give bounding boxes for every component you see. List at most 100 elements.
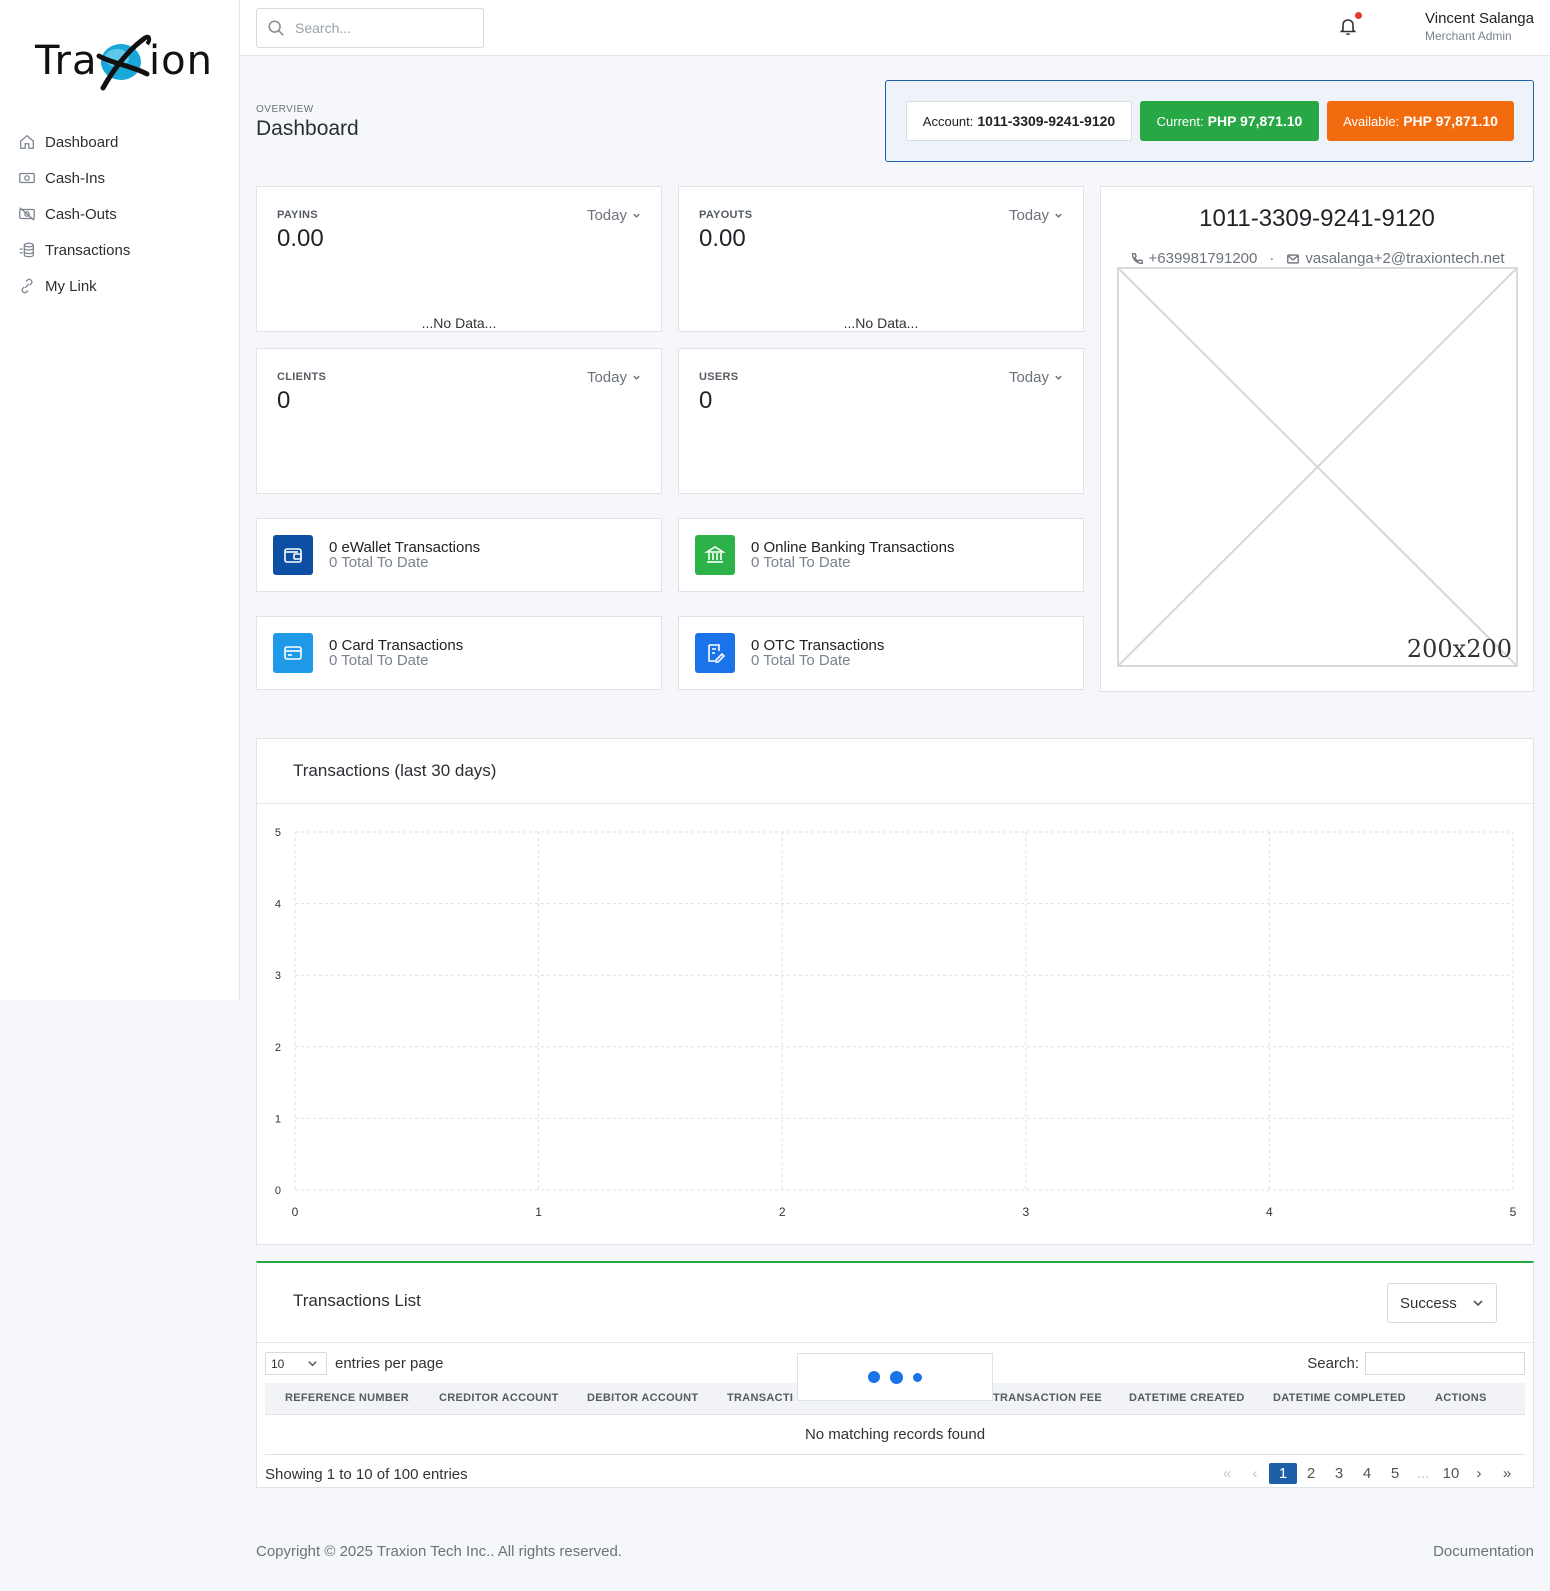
footer-copyright: Copyright © 2025 Traxion Tech Inc.. All …	[256, 1543, 622, 1560]
x-tick-label: 2	[779, 1205, 786, 1219]
page-3[interactable]: 3	[1325, 1463, 1353, 1484]
y-tick-label: 3	[275, 970, 281, 982]
documentation-link[interactable]: Documentation	[1433, 1543, 1534, 1560]
table-search-input[interactable]	[1365, 1352, 1525, 1375]
search-icon	[268, 20, 284, 36]
chart-title: Transactions (last 30 days)	[293, 761, 497, 780]
cash-icon	[19, 172, 35, 184]
search-input[interactable]	[295, 20, 465, 36]
logo-mark-icon	[96, 34, 152, 91]
sidebar-item-dashboard[interactable]: Dashboard	[0, 124, 240, 160]
topbar: Vincent Salanga Merchant Admin	[240, 0, 1550, 56]
page-ellipsis: ...	[1416, 1465, 1430, 1482]
table-search: Search:	[1307, 1352, 1525, 1375]
available-value: PHP 97,871.10	[1403, 113, 1498, 129]
banking-summary-card: 0 Online Banking Transactions 0 Total To…	[678, 518, 1084, 592]
account-label: Account:	[922, 113, 974, 129]
image-placeholder-cross	[1119, 269, 1516, 665]
sidebar-item-cash-outs[interactable]: Cash-Outs	[0, 196, 240, 232]
notification-dot	[1355, 12, 1362, 19]
y-tick-label: 1	[275, 1113, 281, 1125]
entries-select[interactable]: 10	[265, 1352, 327, 1375]
column-header[interactable]: DATETIME COMPLETED	[1273, 1392, 1406, 1404]
page-1[interactable]: 1	[1269, 1463, 1297, 1484]
users-period-label: Today	[1008, 369, 1049, 386]
wallet-icon	[273, 535, 313, 575]
empty-table-message: No matching records found	[265, 1415, 1525, 1455]
page-title: Dashboard	[256, 117, 359, 140]
payins-no-data: ...No Data...	[421, 315, 497, 331]
status-filter-select[interactable]: Success	[1387, 1283, 1497, 1323]
logo-text-left: Tra	[35, 38, 98, 84]
user-role: Merchant Admin	[1425, 29, 1512, 43]
sidebar-item-transactions[interactable]: Transactions	[0, 232, 240, 268]
pagination: « ‹ 1 2 3 4 5 ... 10 › »	[1213, 1463, 1521, 1484]
page-next[interactable]: ›	[1465, 1463, 1493, 1484]
traxion-logo[interactable]: Tra ion	[35, 30, 213, 100]
available-balance-chip: Available: PHP 97,871.10	[1327, 101, 1514, 141]
x-tick-label: 3	[1022, 1205, 1029, 1219]
loading-dot	[913, 1372, 922, 1382]
current-value: PHP 97,871.10	[1207, 113, 1303, 129]
column-header[interactable]: REFERENCE NUMBER	[285, 1392, 409, 1404]
page-2[interactable]: 2	[1297, 1463, 1325, 1484]
profile-email: vasalanga+2@traxiontech.net	[1305, 250, 1505, 267]
transactions-chart-card: Transactions (last 30 days) 0 1 2 3 4 5 0 1 2 3 4 5	[256, 738, 1534, 1245]
page-last[interactable]: »	[1493, 1463, 1521, 1484]
page-prev[interactable]: ‹	[1241, 1463, 1269, 1484]
profile-image-placeholder: 200x200	[1117, 267, 1518, 667]
payins-card: PAYINS 0.00 Today ...No Data...	[256, 186, 662, 332]
y-tick-label: 5	[275, 827, 281, 839]
sidebar-item-label: My Link	[45, 277, 97, 295]
entries-per-page: 10 entries per page	[265, 1352, 443, 1375]
sidebar-item-label: Cash-Outs	[45, 205, 117, 223]
users-value: 0	[699, 387, 713, 414]
sidebar-item-label: Dashboard	[45, 133, 119, 151]
x-tick-label: 1	[535, 1205, 542, 1219]
profile-phone: +639981791200	[1148, 250, 1258, 267]
user-menu[interactable]: Vincent Salanga Merchant Admin	[1425, 10, 1534, 43]
page-4[interactable]: 4	[1353, 1463, 1381, 1484]
cash-off-icon	[19, 207, 35, 221]
search-box[interactable]	[256, 8, 484, 48]
sidebar: Tra ion Dashboard Cash-Ins Cash-Outs Tra…	[0, 0, 240, 1000]
card-summary-card: 0 Card Transactions 0 Total To Date	[256, 616, 662, 690]
column-header[interactable]: CREDITOR ACCOUNT	[439, 1392, 559, 1404]
profile-card: 1011-3309-9241-9120 +639981791200 · vasa…	[1100, 186, 1534, 692]
users-card: USERS 0 Today	[678, 348, 1084, 494]
page-10[interactable]: 10	[1437, 1463, 1465, 1484]
payouts-card: PAYOUTS 0.00 Today ...No Data...	[678, 186, 1084, 332]
notification-bell[interactable]	[1338, 12, 1362, 40]
users-period-dropdown[interactable]: Today	[1009, 369, 1063, 386]
clients-period-dropdown[interactable]: Today	[587, 369, 641, 386]
profile-account-number: 1011-3309-9241-9120	[1199, 205, 1435, 232]
clients-period-label: Today	[586, 369, 627, 386]
column-header[interactable]: TRANSACTION FEE	[993, 1392, 1102, 1404]
payins-period-dropdown[interactable]: Today	[587, 207, 641, 224]
current-label: Current:	[1156, 113, 1204, 129]
clients-label: CLIENTS	[277, 371, 327, 383]
column-header[interactable]: ACTIONS	[1435, 1392, 1487, 1404]
column-header[interactable]: DATETIME CREATED	[1129, 1392, 1245, 1404]
credit-card-icon	[273, 633, 313, 673]
image-size-label: 200x200	[1406, 635, 1512, 663]
logo-text-right: ion	[149, 38, 213, 84]
chevron-down-icon	[1473, 1300, 1483, 1307]
page-5[interactable]: 5	[1381, 1463, 1409, 1484]
sidebar-item-my-link[interactable]: My Link	[0, 268, 240, 304]
page-first[interactable]: «	[1213, 1463, 1241, 1484]
otc-subtitle: 0 Total To Date	[751, 652, 851, 669]
payouts-period-dropdown[interactable]: Today	[1009, 207, 1063, 224]
entries-label: entries per page	[335, 1355, 444, 1372]
entries-value: 10	[271, 1356, 285, 1371]
chevron-down-icon	[633, 213, 640, 218]
bell-icon	[1339, 19, 1357, 36]
mail-icon	[1287, 253, 1300, 264]
column-header[interactable]: DEBITOR ACCOUNT	[587, 1392, 698, 1404]
sidebar-item-cash-ins[interactable]: Cash-Ins	[0, 160, 240, 196]
payouts-value: 0.00	[699, 225, 746, 252]
current-balance-chip: Current: PHP 97,871.10	[1140, 101, 1319, 141]
ewallet-summary-card: 0 eWallet Transactions 0 Total To Date	[256, 518, 662, 592]
contact-separator: ·	[1269, 250, 1275, 267]
column-header[interactable]: TRANSACTI	[727, 1392, 793, 1404]
